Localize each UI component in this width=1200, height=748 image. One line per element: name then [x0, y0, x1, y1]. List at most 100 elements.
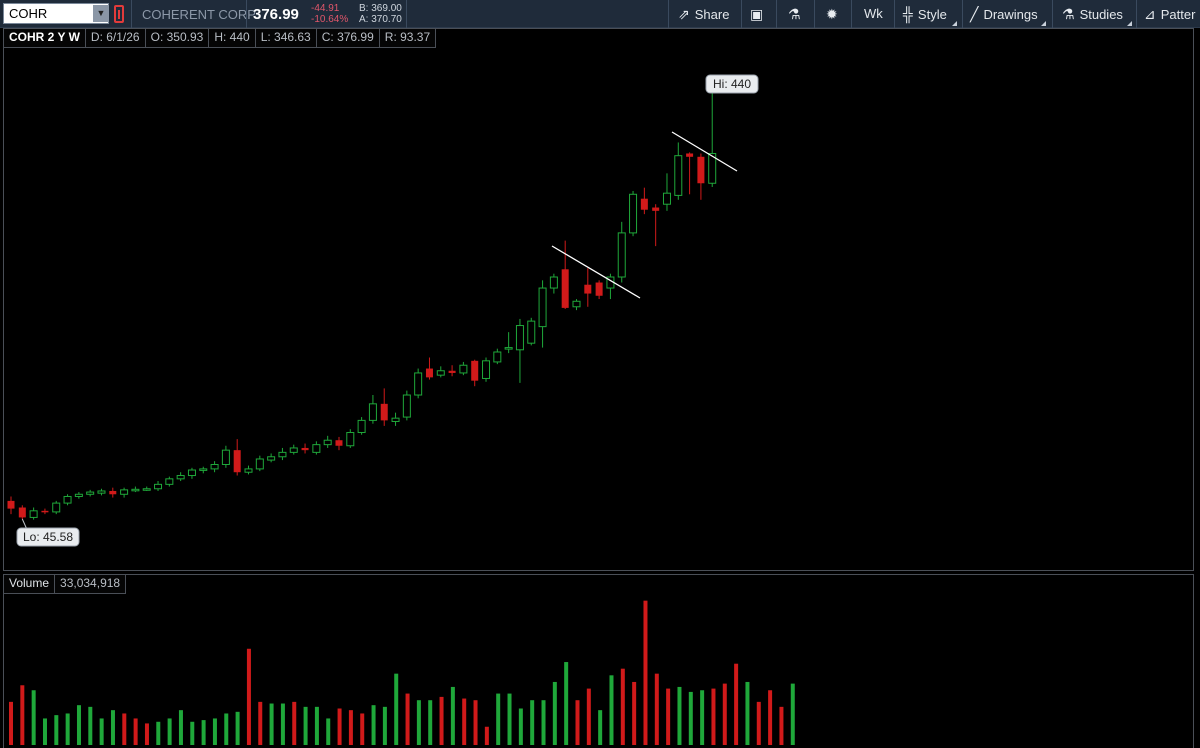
volume-bar — [314, 706, 319, 745]
candle-body — [572, 300, 581, 308]
volume-bar — [337, 708, 342, 745]
volume-bar — [745, 681, 750, 745]
price-change: -44.91 -10.64% — [311, 3, 348, 25]
patterns-label: Patter — [1160, 7, 1196, 22]
separator — [814, 0, 815, 28]
volume-bar — [450, 686, 455, 745]
candle-body — [312, 444, 321, 453]
candle-body — [414, 372, 423, 396]
share-button[interactable]: ⇗ Share — [678, 0, 729, 28]
volume-bar — [269, 703, 274, 745]
separator — [246, 0, 247, 28]
volume-pane[interactable]: Volume 33,034,918 — [3, 574, 1194, 748]
candle-body — [640, 198, 648, 210]
separator — [962, 0, 963, 28]
candle-body — [549, 276, 558, 289]
style-button[interactable]: ╬ Style — [903, 0, 959, 28]
volume-bar — [258, 701, 263, 745]
bid-price: B: 369.00 — [359, 3, 402, 14]
candle-body — [29, 510, 38, 518]
volume-bar — [405, 693, 410, 745]
symbol-dropdown-icon[interactable]: ▼ — [93, 5, 109, 22]
candle-body — [538, 287, 547, 328]
lo-callout-line — [21, 518, 27, 529]
drawings-button[interactable]: ╱ Drawings — [970, 0, 1048, 28]
volume-bar — [609, 675, 614, 745]
volume-bar — [9, 701, 13, 745]
price-axis[interactable] — [1194, 28, 1200, 748]
volume-bar — [144, 723, 149, 745]
lo-callout-label: Lo: 45.58 — [23, 530, 73, 544]
chart-title: COHR 2 Y W — [4, 29, 86, 48]
candle-body — [617, 232, 626, 278]
percent-change: -10.64% — [311, 14, 349, 25]
volume-bar — [586, 688, 591, 745]
candle-body — [686, 153, 694, 157]
studies-button[interactable]: ⚗ Studies — [1062, 0, 1134, 28]
volume-bar — [484, 726, 489, 745]
candle-body — [267, 456, 276, 461]
volume-chart[interactable] — [4, 575, 1193, 748]
separator — [1052, 0, 1053, 28]
candle-body — [244, 468, 253, 473]
volume-bar — [280, 703, 285, 745]
candle-body — [187, 469, 196, 477]
volume-bar — [382, 706, 387, 745]
candle-body — [652, 207, 660, 211]
volume-bar — [779, 706, 784, 745]
price-chart[interactable]: Hi: 440 Lo: 45.58 — [4, 29, 1193, 570]
hi-callout-label: Hi: 440 — [713, 77, 751, 91]
volume-bar — [235, 711, 240, 745]
gear-icon: ✹ — [826, 6, 838, 22]
volume-bar — [507, 693, 512, 745]
flask-button[interactable]: ⚗ — [788, 0, 806, 28]
candle-body — [7, 500, 15, 509]
price-chart-pane[interactable]: Hi: 440 Lo: 45.58 COHR 2 Y W D: 6/1/26 O:… — [3, 28, 1194, 571]
link-flag-icon[interactable] — [114, 5, 124, 23]
candle-body — [402, 394, 411, 418]
volume-bar — [620, 668, 625, 745]
symbol-input[interactable]: COHR ▼ — [3, 3, 109, 24]
net-change: -44.91 — [311, 3, 340, 14]
bar-close: C: 376.99 — [316, 29, 380, 48]
volume-bar — [530, 700, 535, 745]
share-icon: ⇗ — [678, 6, 690, 22]
separator — [1136, 0, 1137, 28]
volume-value: 33,034,918 — [55, 575, 127, 594]
volume-bar — [348, 710, 353, 745]
symbol-text: COHR — [9, 6, 48, 21]
candle-body — [86, 491, 95, 495]
timeframe-button[interactable]: Wk — [864, 0, 883, 28]
volume-bar — [462, 698, 467, 745]
candle-body — [391, 417, 400, 422]
ask-price: A: 370.70 — [359, 14, 402, 25]
timeframe-label: Wk — [864, 6, 883, 21]
drawings-label: Drawings — [983, 7, 1038, 22]
settings-button[interactable]: ✹ — [826, 0, 843, 28]
volume-bar — [246, 648, 251, 745]
candle-body — [380, 403, 388, 421]
volume-bar — [734, 663, 739, 745]
volume-bar — [688, 691, 693, 745]
screenshot-button[interactable]: ▣ — [750, 0, 768, 28]
volume-bar — [790, 683, 795, 745]
volume-bar — [575, 700, 580, 745]
volume-bar — [224, 713, 229, 745]
corner-arrow-icon — [1041, 21, 1046, 26]
bar-high: H: 440 — [209, 29, 256, 48]
patterns-button[interactable]: ⊿ Patter — [1144, 0, 1195, 28]
volume-bar — [65, 713, 70, 745]
candle-body — [629, 193, 638, 234]
candle-body — [368, 403, 377, 421]
candle-body — [504, 347, 513, 350]
candle-body — [662, 192, 671, 205]
candlestick-icon: ╬ — [903, 6, 913, 22]
volume-bar — [428, 700, 433, 745]
volume-bar — [31, 690, 36, 745]
candle-body — [561, 269, 569, 308]
volume-bar — [518, 708, 523, 745]
volume-bar — [88, 706, 93, 745]
style-label: Style — [917, 7, 947, 22]
volume-bar — [700, 690, 705, 745]
bar-date: D: 6/1/26 — [85, 29, 146, 48]
